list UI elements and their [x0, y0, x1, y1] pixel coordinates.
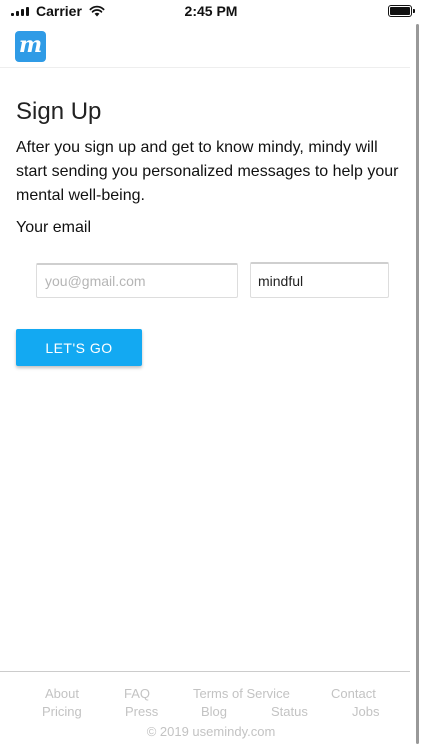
footer-link-contact[interactable]: Contact — [331, 686, 376, 701]
footer-link-status[interactable]: Status — [271, 704, 308, 719]
status-bar: Carrier 2:45 PM — [0, 0, 422, 22]
battery-icon — [388, 5, 415, 17]
mindy-logo[interactable]: m — [15, 31, 46, 62]
footer-link-terms[interactable]: Terms of Service — [193, 686, 290, 701]
footer-link-about[interactable]: About — [45, 686, 79, 701]
app-header: m — [0, 22, 410, 68]
footer-link-faq[interactable]: FAQ — [124, 686, 150, 701]
signup-form — [36, 262, 390, 298]
status-time: 2:45 PM — [184, 3, 238, 19]
footer-link-pricing[interactable]: Pricing — [42, 704, 82, 719]
name-input[interactable] — [250, 262, 389, 298]
footer-link-press[interactable]: Press — [125, 704, 158, 719]
signup-section: Sign Up After you sign up and get to kno… — [16, 96, 406, 237]
footer-link-jobs[interactable]: Jobs — [352, 704, 379, 719]
email-input[interactable] — [36, 263, 238, 298]
email-label: Your email — [16, 219, 92, 236]
logo-letter: m — [18, 32, 43, 58]
battery-level — [390, 7, 410, 15]
page-title: Sign Up — [16, 98, 102, 125]
scroll-indicator[interactable] — [416, 24, 419, 744]
copyright: © 2019 usemindy.com — [146, 724, 276, 739]
footer: About FAQ Terms of Service Contact Prici… — [0, 671, 410, 750]
lets-go-button[interactable]: LET'S GO — [16, 329, 142, 366]
footer-link-blog[interactable]: Blog — [201, 704, 227, 719]
intro-text: After you sign up and get to know mindy,… — [16, 139, 399, 204]
